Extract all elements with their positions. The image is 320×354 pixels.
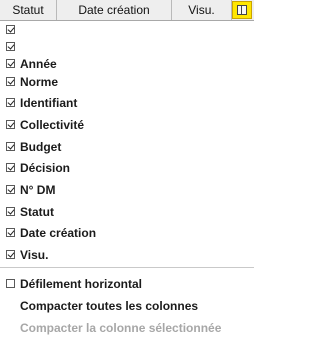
menu-item-column-1[interactable] bbox=[0, 21, 254, 39]
checkbox-icon bbox=[6, 163, 15, 172]
menu-item-label: Date création bbox=[20, 226, 97, 240]
menu-item-collectivite[interactable]: Collectivité bbox=[0, 116, 254, 134]
menu-item-label: Défilement horizontal bbox=[20, 277, 143, 291]
menu-item-horizontal-scroll[interactable]: Défilement horizontal bbox=[0, 275, 254, 293]
menu-item-norme[interactable]: Norme bbox=[0, 73, 254, 91]
checkbox-icon bbox=[6, 77, 15, 86]
menu-separator bbox=[0, 267, 254, 268]
checkbox-icon bbox=[6, 228, 15, 237]
checkbox-icon bbox=[6, 120, 15, 129]
checkbox-icon bbox=[6, 207, 15, 216]
menu-item-column-2[interactable] bbox=[0, 38, 254, 56]
menu-item-label: Collectivité bbox=[20, 118, 85, 132]
checkbox-icon bbox=[6, 98, 15, 107]
menu-item-label: Norme bbox=[20, 75, 59, 89]
menu-item-statut[interactable]: Statut bbox=[0, 203, 254, 221]
column-header-visu[interactable]: Visu. bbox=[172, 0, 232, 20]
column-header-statut[interactable]: Statut bbox=[0, 0, 57, 20]
menu-item-identifiant[interactable]: Identifiant bbox=[0, 94, 254, 112]
menu-item-label: Budget bbox=[20, 140, 62, 154]
column-chooser-icon bbox=[237, 5, 247, 15]
menu-item-label: Statut bbox=[20, 205, 54, 219]
checkbox-icon bbox=[6, 42, 15, 51]
checkbox-icon bbox=[6, 59, 15, 68]
menu-item-date-creation[interactable]: Date création bbox=[0, 224, 254, 242]
checkbox-icon bbox=[6, 25, 15, 34]
menu-item-label: Décision bbox=[20, 161, 71, 175]
menu-item-compact-selected-column: Compacter la colonne sélectionnée bbox=[0, 319, 254, 337]
menu-item-label: Compacter la colonne sélectionnée bbox=[20, 321, 222, 335]
menu-item-label: Visu. bbox=[20, 248, 49, 262]
checkbox-icon bbox=[6, 250, 15, 259]
checkbox-icon bbox=[6, 279, 15, 288]
menu-item-budget[interactable]: Budget bbox=[0, 138, 254, 156]
menu-item-n-dm[interactable]: N° DM bbox=[0, 181, 254, 199]
checkbox-icon bbox=[6, 185, 15, 194]
column-control-button[interactable] bbox=[232, 1, 252, 19]
table-header: Statut Date création Visu. bbox=[0, 0, 254, 21]
menu-item-compact-all-columns[interactable]: Compacter toutes les colonnes bbox=[0, 297, 254, 315]
menu-item-label: Identifiant bbox=[20, 96, 78, 110]
menu-item-decision[interactable]: Décision bbox=[0, 159, 254, 177]
menu-item-label: Compacter toutes les colonnes bbox=[20, 299, 199, 313]
menu-item-label: N° DM bbox=[20, 183, 56, 197]
column-control-popup-menu: Année Norme Identifiant Collectivité Bud… bbox=[0, 21, 254, 354]
column-header-date-creation[interactable]: Date création bbox=[57, 0, 172, 20]
menu-item-annee[interactable]: Année bbox=[0, 55, 254, 73]
checkbox-icon bbox=[6, 142, 15, 151]
menu-item-label: Année bbox=[20, 57, 57, 71]
menu-item-visu[interactable]: Visu. bbox=[0, 246, 254, 264]
